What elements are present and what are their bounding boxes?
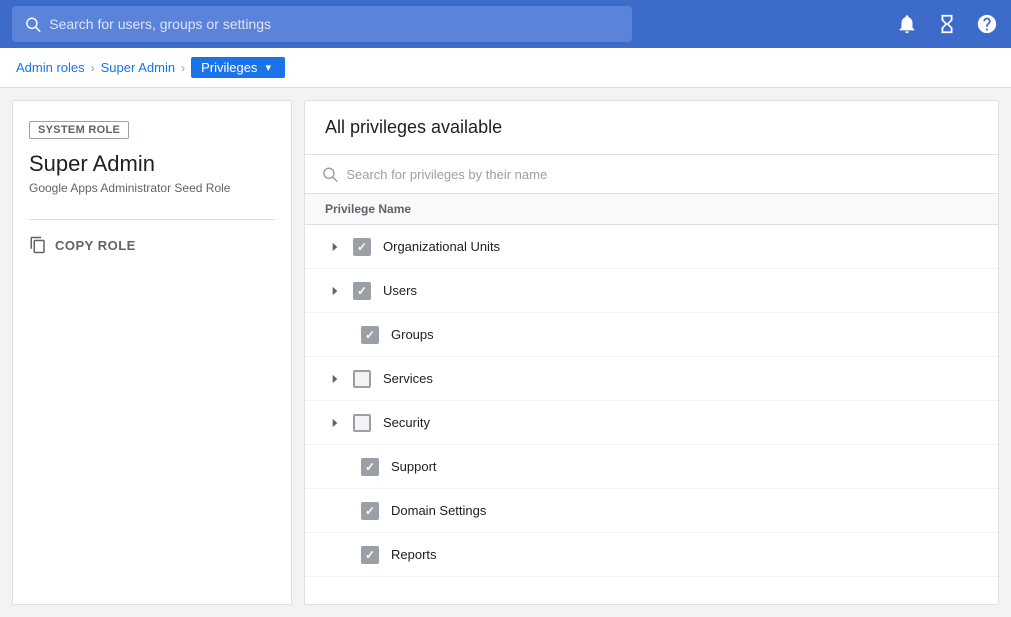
- search-icon: [24, 15, 41, 33]
- privilege-checkbox[interactable]: [353, 370, 371, 388]
- privilege-name: Security: [383, 415, 430, 430]
- panel-divider: [29, 219, 275, 220]
- expand-button[interactable]: [325, 237, 345, 257]
- privilege-search-bar[interactable]: [305, 155, 998, 194]
- left-panel: SYSTEM ROLE Super Admin Google Apps Admi…: [12, 100, 292, 605]
- privilege-checkbox[interactable]: [353, 414, 371, 432]
- privilege-row: Security: [305, 401, 998, 445]
- header-icons: [895, 12, 999, 36]
- checkmark: ✓: [365, 460, 375, 474]
- breadcrumb-admin-roles[interactable]: Admin roles: [16, 60, 85, 75]
- role-title: Super Admin: [29, 151, 275, 177]
- global-search-input[interactable]: [49, 16, 620, 32]
- system-role-badge: SYSTEM ROLE: [29, 121, 129, 139]
- checkmark: ✓: [357, 284, 367, 298]
- privilege-row: ✓ Groups: [305, 313, 998, 357]
- privilege-row: ✓ Organizational Units: [305, 225, 998, 269]
- privilege-row: ✓ Support: [305, 445, 998, 489]
- expand-button[interactable]: [325, 413, 345, 433]
- privilege-checkbox[interactable]: ✓: [361, 502, 379, 520]
- main-content: SYSTEM ROLE Super Admin Google Apps Admi…: [0, 88, 1011, 617]
- breadcrumb: Admin roles › Super Admin › Privileges ▾: [0, 48, 1011, 88]
- privilege-row: ✓ Domain Settings: [305, 489, 998, 533]
- privilege-list: ✓ Organizational Units ✓ Users ✓ Groups Servic…: [305, 225, 998, 604]
- app-header: [0, 0, 1011, 48]
- checkmark: ✓: [365, 548, 375, 562]
- right-panel: All privileges available Privilege Name …: [304, 100, 999, 605]
- privilege-name: Domain Settings: [391, 503, 486, 518]
- breadcrumb-super-admin[interactable]: Super Admin: [101, 60, 175, 75]
- privilege-row: Services: [305, 357, 998, 401]
- hourglass-icon[interactable]: [935, 12, 959, 36]
- expand-button[interactable]: [325, 281, 345, 301]
- breadcrumb-privileges: Privileges ▾: [191, 57, 285, 78]
- privilege-checkbox[interactable]: ✓: [361, 326, 379, 344]
- copy-role-button[interactable]: COPY ROLE: [29, 236, 136, 254]
- privilege-name: Reports: [391, 547, 437, 562]
- privilege-checkbox[interactable]: ✓: [353, 282, 371, 300]
- checkmark: ✓: [365, 504, 375, 518]
- checkmark: ✓: [365, 328, 375, 342]
- breadcrumb-dropdown-button[interactable]: ▾: [261, 59, 275, 76]
- privileges-title: All privileges available: [305, 101, 998, 155]
- role-description: Google Apps Administrator Seed Role: [29, 181, 275, 195]
- global-search-bar[interactable]: [12, 6, 632, 42]
- privilege-search-input[interactable]: [346, 167, 982, 182]
- privilege-checkbox[interactable]: ✓: [361, 546, 379, 564]
- privilege-row: ✓ Reports: [305, 533, 998, 577]
- privilege-row: ✓ Users: [305, 269, 998, 313]
- checkmark: ✓: [357, 240, 367, 254]
- copy-icon: [29, 236, 47, 254]
- breadcrumb-sep-2: ›: [181, 61, 185, 75]
- privilege-name: Services: [383, 371, 433, 386]
- help-icon[interactable]: [975, 12, 999, 36]
- privilege-checkbox[interactable]: ✓: [361, 458, 379, 476]
- copy-role-label: COPY ROLE: [55, 238, 136, 253]
- privilege-name: Groups: [391, 327, 434, 342]
- breadcrumb-sep-1: ›: [91, 61, 95, 75]
- privilege-checkbox[interactable]: ✓: [353, 238, 371, 256]
- privilege-name: Support: [391, 459, 437, 474]
- breadcrumb-active-label: Privileges: [201, 60, 257, 75]
- privilege-column-header: Privilege Name: [305, 194, 998, 225]
- priv-search-icon: [321, 165, 338, 183]
- expand-button[interactable]: [325, 369, 345, 389]
- privilege-name: Organizational Units: [383, 239, 500, 254]
- privilege-name: Users: [383, 283, 417, 298]
- notification-icon[interactable]: [895, 12, 919, 36]
